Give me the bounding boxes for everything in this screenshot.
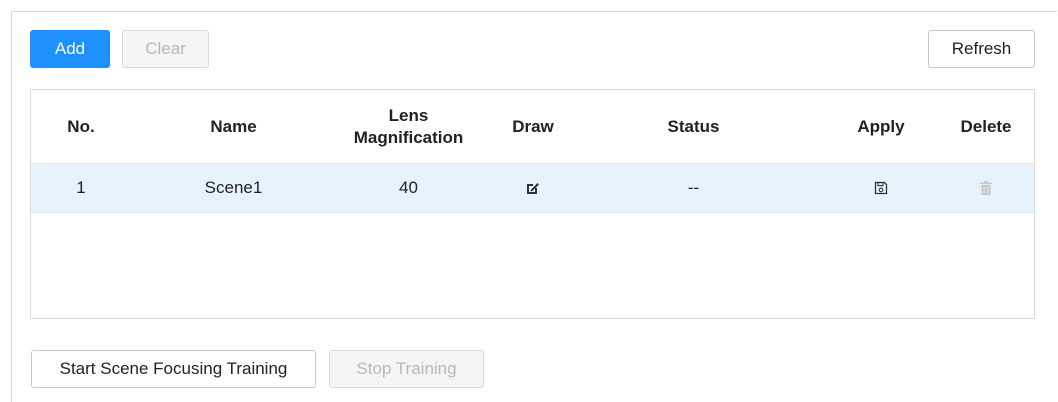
save-icon[interactable] [872, 179, 890, 197]
cell-no: 1 [76, 178, 86, 197]
column-header-lens-line2: Magnification [353, 128, 464, 147]
start-scene-focusing-training-button[interactable]: Start Scene Focusing Training [31, 350, 316, 388]
column-header-draw: Draw [512, 117, 554, 136]
column-header-delete: Delete [960, 117, 1012, 136]
edit-icon[interactable] [524, 179, 542, 197]
cell-name: Scene1 [204, 178, 263, 197]
add-button[interactable]: Add [30, 30, 110, 68]
column-header-name: Name [210, 117, 257, 136]
cell-lens-magnification: 40 [399, 178, 418, 197]
column-header-no: No. [67, 117, 95, 136]
cell-apply [826, 164, 936, 212]
column-header-lens-magnification: Lens Magnification [336, 90, 481, 164]
column-header-lens-line1: Lens [388, 106, 429, 125]
cell-draw [491, 164, 575, 212]
refresh-button[interactable]: Refresh [928, 30, 1035, 68]
column-header-apply: Apply [857, 117, 905, 136]
column-header-status: Status [667, 117, 720, 136]
scene-table: No. Name Lens Magnification Draw Status … [30, 89, 1035, 319]
table-header: No. Name Lens Magnification Draw Status … [31, 90, 1034, 164]
stop-training-button[interactable]: Stop Training [329, 350, 484, 388]
table-row[interactable]: 1 Scene1 40 -- [31, 164, 1034, 213]
trash-icon[interactable] [977, 179, 995, 197]
cell-status: -- [687, 178, 700, 197]
cell-delete [936, 164, 1036, 212]
clear-button[interactable]: Clear [122, 30, 209, 68]
